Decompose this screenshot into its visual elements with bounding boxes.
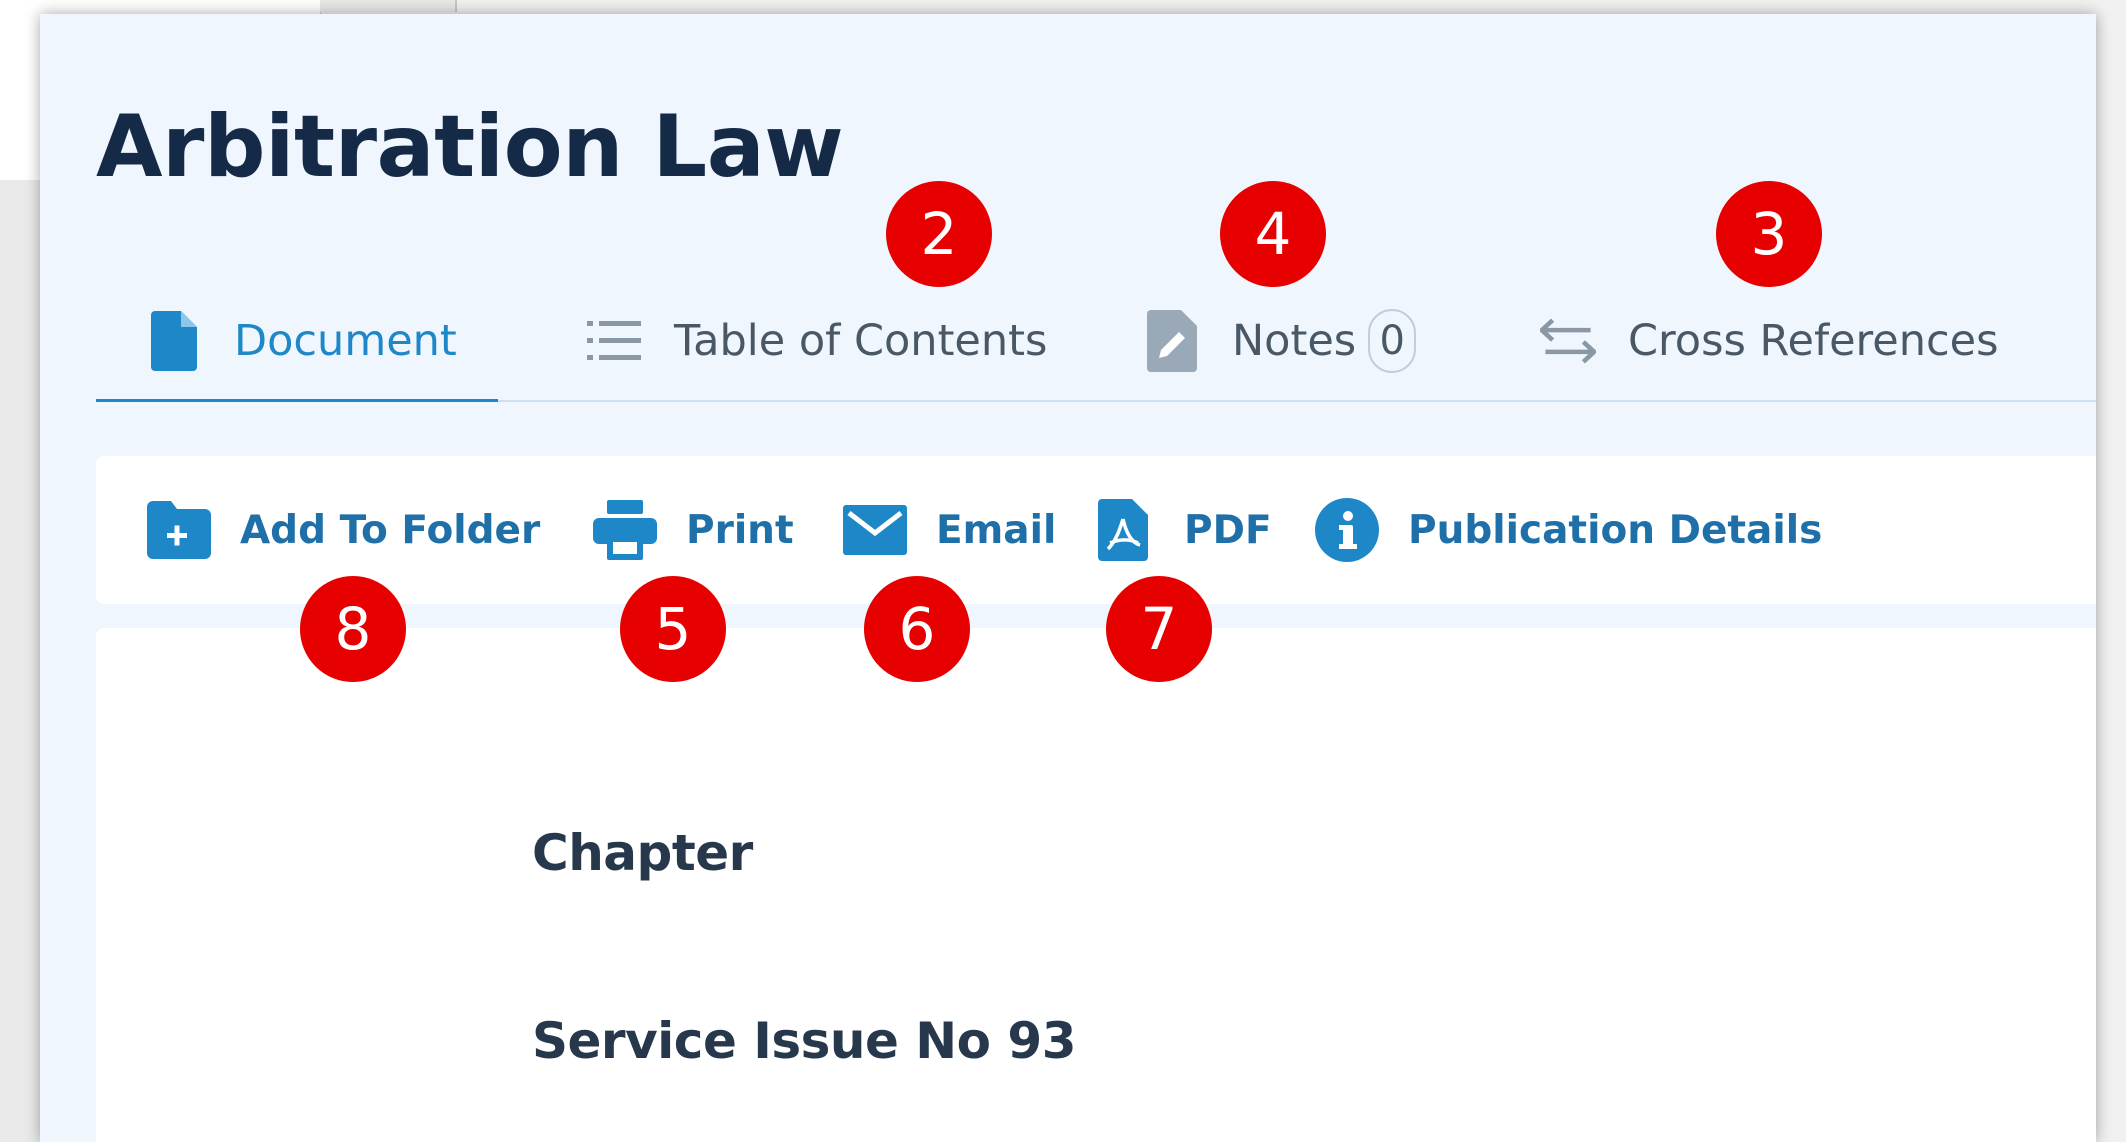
- folder-add-icon: [146, 497, 212, 563]
- annotation-marker: 6: [864, 576, 970, 682]
- background-window-edge: [320, 0, 457, 12]
- annotation-marker: 7: [1106, 576, 1212, 682]
- annotation-marker: 2: [886, 181, 992, 287]
- background-window-side: [0, 180, 42, 1142]
- tab-table-of-contents[interactable]: Table of Contents: [586, 282, 1047, 400]
- document-content: Chapter Service Issue No 93: [96, 628, 2096, 1142]
- tab-label: Table of Contents: [674, 316, 1048, 366]
- envelope-icon: [842, 497, 908, 563]
- arrows-swap-icon: [1540, 311, 1596, 371]
- print-label: Print: [686, 507, 794, 553]
- email-button[interactable]: Email: [842, 456, 1056, 604]
- document-toolbar: Add To Folder Print Email PDF Publicatio…: [96, 456, 2096, 604]
- email-label: Email: [936, 507, 1057, 553]
- note-edit-icon: [1144, 310, 1200, 372]
- publication-details-label: Publication Details: [1408, 507, 1823, 553]
- annotation-marker: 3: [1716, 181, 1822, 287]
- document-icon: [146, 311, 202, 371]
- publication-details-button[interactable]: Publication Details: [1314, 456, 1822, 604]
- page-title: Arbitration Law: [96, 97, 844, 197]
- annotation-marker: 5: [620, 576, 726, 682]
- add-to-folder-label: Add To Folder: [240, 507, 541, 553]
- info-icon: [1314, 497, 1380, 563]
- list-icon: [586, 311, 642, 371]
- annotation-marker: 4: [1220, 181, 1326, 287]
- tab-label: Cross References: [1628, 316, 1999, 366]
- tab-label: Notes: [1232, 316, 1357, 366]
- tab-notes[interactable]: Notes 0: [1144, 282, 1417, 400]
- pdf-label: PDF: [1184, 507, 1272, 553]
- notes-count-badge: 0: [1368, 309, 1417, 373]
- pdf-file-icon: [1090, 497, 1156, 563]
- tab-cross-references[interactable]: Cross References: [1540, 282, 1998, 400]
- annotation-marker: 8: [300, 576, 406, 682]
- tab-document[interactable]: Document: [96, 282, 498, 402]
- service-issue-heading: Service Issue No 93: [532, 1012, 1077, 1070]
- tab-label: Document: [234, 316, 457, 366]
- printer-icon: [592, 497, 658, 563]
- tab-bar: Document Table of Contents Notes 0 Cross…: [96, 282, 2096, 402]
- chapter-heading: Chapter: [532, 824, 753, 882]
